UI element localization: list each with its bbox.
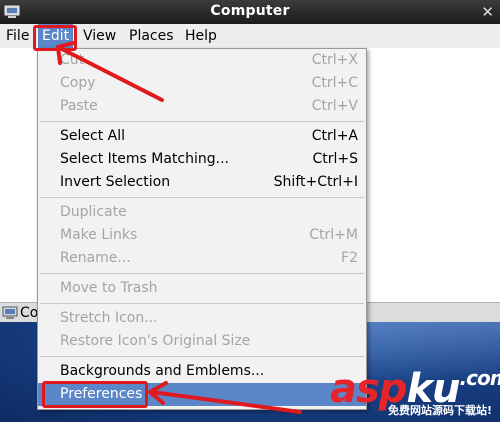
annotation-arrows xyxy=(56,41,302,414)
watermark-tagline: 免费网站源码下载站! xyxy=(388,404,493,417)
arrow-to-preferences-icon xyxy=(148,381,302,414)
arrow-to-edit-icon xyxy=(56,41,164,102)
watermark-suffix: .com xyxy=(459,366,500,390)
